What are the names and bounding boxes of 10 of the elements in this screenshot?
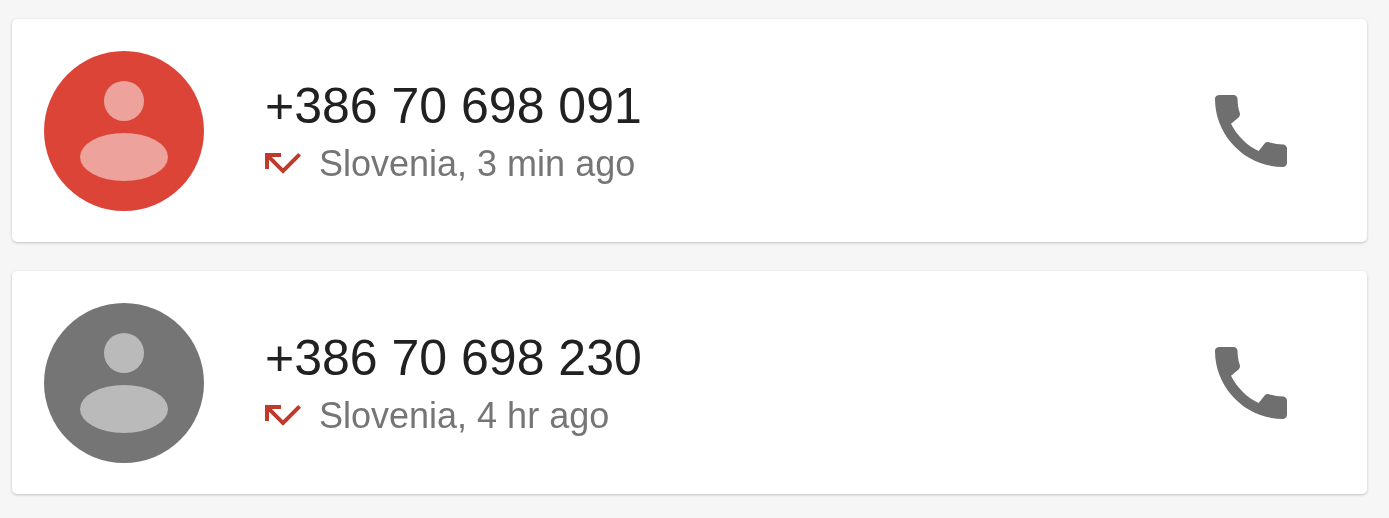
call-details: Slovenia, 4 hr ago <box>319 393 610 438</box>
person-icon <box>80 80 168 181</box>
phone-number: +386 70 698 230 <box>265 328 643 388</box>
call-button[interactable] <box>1213 344 1289 421</box>
call-card[interactable]: +386 70 698 091 Slovenia, 3 min ago <box>12 19 1367 242</box>
person-icon <box>80 332 168 433</box>
phone-number: +386 70 698 091 <box>265 76 643 136</box>
call-details: Slovenia, 3 min ago <box>319 141 636 186</box>
call-card[interactable]: +386 70 698 230 Slovenia, 4 hr ago <box>12 271 1367 494</box>
call-button[interactable] <box>1213 92 1289 169</box>
